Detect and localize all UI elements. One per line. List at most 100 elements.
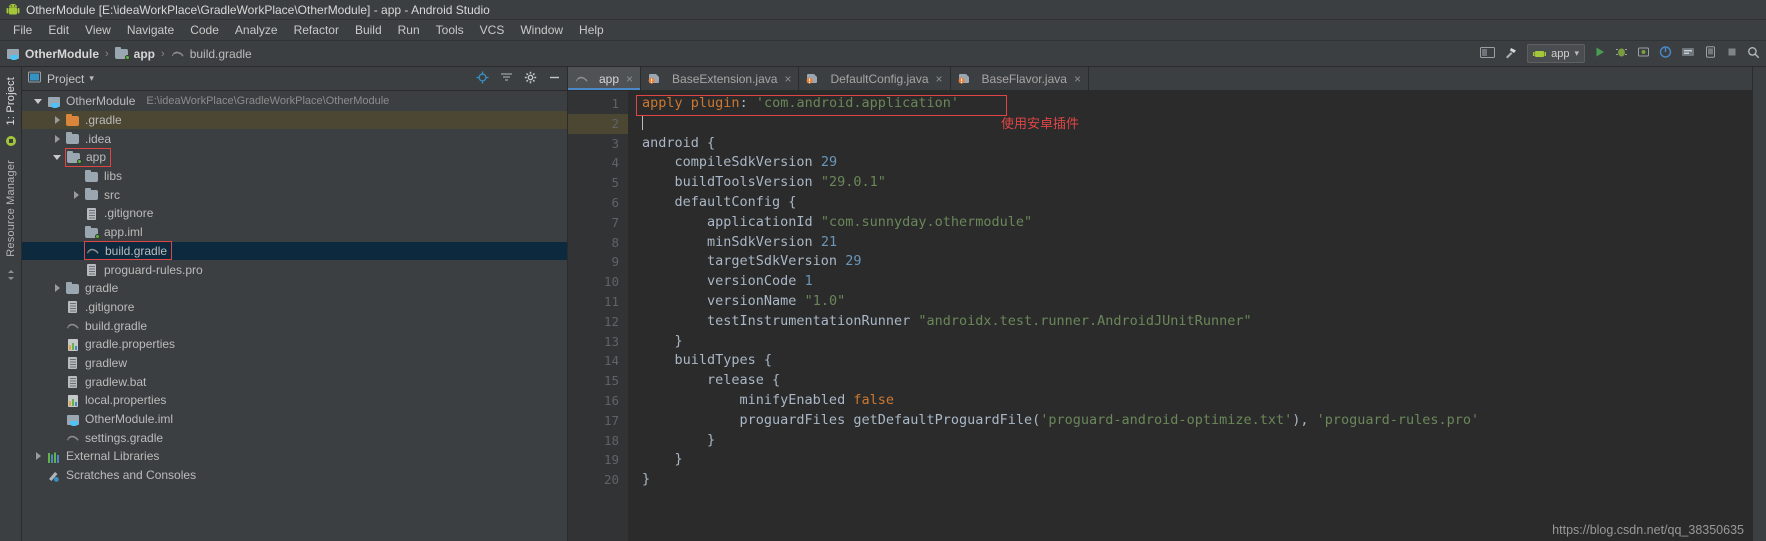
chevron-right-icon[interactable] xyxy=(53,115,63,125)
tree-node-label: Scratches and Consoles xyxy=(66,468,197,483)
menu-analyze[interactable]: Analyze xyxy=(227,21,286,39)
watermark-text: https://blog.csdn.net/qq_38350635 xyxy=(1552,523,1744,537)
file-icon xyxy=(85,207,99,220)
menu-navigate[interactable]: Navigate xyxy=(119,21,182,39)
breadcrumb-item-file[interactable]: build.gradle xyxy=(171,47,252,61)
menu-file[interactable]: File xyxy=(5,21,40,39)
tree-node-build-gradle[interactable]: build.gradle xyxy=(22,241,567,261)
editor-tab-defaultconfig-java[interactable]: DefaultConfig.java × xyxy=(799,67,951,90)
tree-node-gradle[interactable]: gradle xyxy=(22,279,567,298)
menu-bar[interactable]: File Edit View Navigate Code Analyze Ref… xyxy=(0,20,1766,41)
menu-tools[interactable]: Tools xyxy=(428,21,472,39)
gradle-icon xyxy=(86,244,100,257)
iml-icon xyxy=(66,413,80,426)
module-folder-icon xyxy=(114,47,130,60)
chevron-down-icon[interactable]: ▾ xyxy=(89,73,94,84)
chevron-right-icon[interactable] xyxy=(72,190,82,200)
breadcrumb-item-app[interactable]: app xyxy=(114,47,155,61)
hide-icon[interactable] xyxy=(548,71,561,87)
stop-icon[interactable] xyxy=(1726,46,1738,61)
chevron-down-icon[interactable] xyxy=(53,152,63,162)
menu-view[interactable]: View xyxy=(77,21,119,39)
sidebar-item-resource-manager[interactable]: Resource Manager xyxy=(5,160,17,257)
line-number: 20 xyxy=(603,472,619,488)
tree-node-gradlew[interactable]: gradlew xyxy=(22,354,567,373)
tree-node-settings-gradle[interactable]: settings.gradle xyxy=(22,428,567,447)
line-number: 15 xyxy=(603,373,619,389)
menu-code[interactable]: Code xyxy=(182,21,227,39)
code-line: versionCode 1 xyxy=(642,272,1752,292)
menu-refactor[interactable]: Refactor xyxy=(286,21,347,39)
run-config-label: app xyxy=(1551,47,1570,60)
code-token: compileSdkVersion xyxy=(642,154,821,171)
tree-node-build-gradle[interactable]: build.gradle xyxy=(22,316,567,335)
editor-tab-baseflavor-java[interactable]: BaseFlavor.java × xyxy=(950,67,1089,90)
chevron-right-icon[interactable] xyxy=(34,451,44,461)
gradle-icon xyxy=(66,431,80,444)
line-number: 17 xyxy=(603,412,619,428)
breadcrumb-item-project[interactable]: OtherModule xyxy=(6,47,99,61)
tree-node-othermodule-iml[interactable]: OtherModule.iml xyxy=(22,410,567,429)
chevron-right-icon[interactable] xyxy=(53,134,63,144)
sdk-manager-icon[interactable] xyxy=(1681,46,1695,61)
run-configuration-selector[interactable]: app ▾ xyxy=(1527,44,1585,63)
close-icon[interactable]: × xyxy=(626,72,633,86)
editor-tab-bar[interactable]: app × BaseExtension.java × DefaultConfig.jav… xyxy=(568,67,1752,91)
avd-manager-icon[interactable] xyxy=(1704,46,1717,61)
tree-node--idea[interactable]: .idea xyxy=(22,129,567,148)
line-number-gutter: 1 2 3 4 5 6 7 8 9 10 11 12 13 14 15 16 17 18 19 20 xyxy=(568,91,628,541)
tree-node--gitignore[interactable]: .gitignore xyxy=(22,298,567,317)
profile-icon[interactable] xyxy=(1659,46,1672,61)
project-module-icon xyxy=(47,95,61,108)
chevron-down-icon[interactable] xyxy=(34,96,44,106)
search-icon[interactable] xyxy=(1747,46,1760,62)
tree-node-external-libraries[interactable]: External Libraries xyxy=(22,447,567,466)
tree-node-src[interactable]: src xyxy=(22,185,567,204)
tree-node-label: External Libraries xyxy=(66,449,160,464)
tree-node-gradlew-bat[interactable]: gradlew.bat xyxy=(22,372,567,391)
tree-node--gradle[interactable]: .gradle xyxy=(22,110,567,130)
menu-run[interactable]: Run xyxy=(390,21,428,39)
layout-inspector-icon[interactable] xyxy=(1480,46,1496,62)
debug-icon[interactable] xyxy=(1615,46,1628,61)
build-variants-icon[interactable] xyxy=(5,269,17,284)
tree-node-scratches-and-consoles[interactable]: Scratches and Consoles xyxy=(22,466,567,485)
editor-tab-app[interactable]: app × xyxy=(568,67,642,90)
tree-node-local-properties[interactable]: local.properties xyxy=(22,391,567,410)
run-icon[interactable] xyxy=(1594,46,1606,61)
tree-node-gradle-properties[interactable]: gradle.properties xyxy=(22,335,567,354)
settings-gear-icon[interactable] xyxy=(524,71,537,87)
tree-node-label: app.iml xyxy=(104,225,143,240)
chevron-right-icon[interactable] xyxy=(53,283,63,293)
close-icon[interactable]: × xyxy=(936,72,943,86)
menu-build[interactable]: Build xyxy=(347,21,390,39)
code-editor[interactable]: apply plugin: 'com.android.application' a… xyxy=(628,91,1752,541)
tree-node-proguard-rules-pro[interactable]: proguard-rules.pro xyxy=(22,260,567,279)
android-module-icon xyxy=(1533,50,1547,57)
menu-edit[interactable]: Edit xyxy=(40,21,77,39)
tree-node-othermodule[interactable]: OtherModule E:\ideaWorkPlace\GradleWorkPl… xyxy=(22,92,567,111)
editor-tab-baseextension-java[interactable]: BaseExtension.java × xyxy=(641,67,800,90)
sidebar-item-project[interactable]: 1: Project xyxy=(5,77,17,125)
tree-node-libs[interactable]: libs xyxy=(22,167,567,186)
close-icon[interactable]: × xyxy=(784,72,791,86)
menu-window[interactable]: Window xyxy=(512,21,571,39)
attach-debugger-icon[interactable] xyxy=(1637,46,1650,61)
tree-node--gitignore[interactable]: .gitignore xyxy=(22,204,567,223)
locate-icon[interactable] xyxy=(476,71,489,87)
tree-node-app[interactable]: app xyxy=(22,147,567,167)
menu-help[interactable]: Help xyxy=(571,21,612,39)
close-icon[interactable]: × xyxy=(1074,72,1081,86)
collapse-all-icon[interactable] xyxy=(500,71,513,87)
tree-node-app-iml[interactable]: app.iml xyxy=(22,223,567,242)
tree-node-label: gradle.properties xyxy=(85,337,176,352)
line-number: 6 xyxy=(611,194,619,210)
code-token: proguardFiles getDefaultProguardFile( xyxy=(642,411,1041,428)
tree-node-label: OtherModule.iml xyxy=(85,412,174,427)
project-tree[interactable]: OtherModule E:\ideaWorkPlace\GradleWorkPl… xyxy=(22,91,567,541)
build-hammer-icon[interactable] xyxy=(1504,46,1518,62)
menu-vcs[interactable]: VCS xyxy=(472,21,513,39)
main-area: 1: Project Resource Manager Project ▾ Ot… xyxy=(0,67,1766,541)
